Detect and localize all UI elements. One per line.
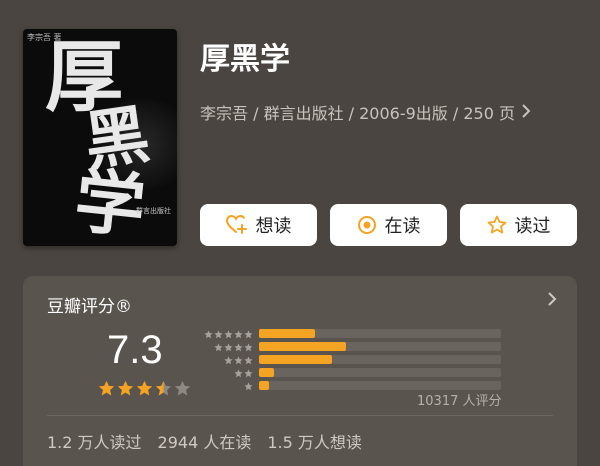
- cover-glyph-3: 学: [70, 158, 150, 246]
- have-read-label: 读过: [514, 216, 551, 237]
- histogram-track: [259, 368, 501, 377]
- rating-histogram: [201, 327, 501, 392]
- have-read-button[interactable]: 读过: [460, 204, 577, 246]
- histogram-track: [259, 381, 501, 390]
- stat-reading: 2944 人在读: [157, 433, 252, 452]
- star-icon: [117, 380, 134, 401]
- histogram-track: [259, 355, 501, 364]
- small-star-icon: [244, 376, 253, 395]
- star-icon: [174, 380, 191, 401]
- chevron-right-icon: [521, 103, 531, 122]
- reading-label: 在读: [384, 216, 421, 237]
- histogram-bar: [259, 329, 315, 338]
- book-meta-text: 李宗吾 / 群言出版社 / 2006-9出版 / 250 页: [200, 104, 515, 123]
- rating-score: 7.3: [107, 328, 163, 372]
- reader-stats: 1.2 万人读过 2944 人在读 1.5 万人想读: [47, 429, 362, 453]
- cover-publisher-seal: 群言出版社: [136, 207, 171, 215]
- histogram-bar: [259, 368, 274, 377]
- want-to-read-label: 想读: [255, 216, 292, 237]
- rating-stars: [98, 380, 191, 401]
- target-icon: [357, 215, 377, 235]
- histogram-track: [259, 342, 501, 351]
- histogram-bar: [259, 355, 332, 364]
- histogram-star-label: [201, 376, 253, 395]
- book-meta-link[interactable]: 李宗吾 / 群言出版社 / 2006-9出版 / 250 页: [200, 100, 531, 124]
- divider: [47, 415, 553, 416]
- want-to-read-button[interactable]: 想读: [200, 204, 317, 246]
- histogram-bar: [259, 381, 269, 390]
- stat-read: 1.2 万人读过: [47, 433, 142, 452]
- chevron-right-icon[interactable]: [547, 290, 557, 311]
- star-icon: [136, 380, 153, 401]
- heart-plus-icon: [225, 215, 248, 235]
- reading-button[interactable]: 在读: [330, 204, 447, 246]
- histogram-bar: [259, 342, 347, 351]
- star-icon: [98, 380, 115, 401]
- rating-count: 10317 人评分: [417, 394, 502, 409]
- rating-title: 豆瓣评分®: [47, 297, 132, 317]
- star-icon: [155, 380, 172, 401]
- stat-want: 1.5 万人想读: [267, 433, 362, 452]
- histogram-track: [259, 329, 501, 338]
- rating-card[interactable]: 豆瓣评分® 7.3 10317 人评分 1.2 万人读过 2944 人在读 1.…: [23, 276, 577, 466]
- star-outline-icon: [487, 215, 507, 235]
- book-cover[interactable]: 李宗吾 著 厚 黑 学 群言出版社: [23, 29, 177, 246]
- book-title: 厚黑学: [200, 42, 290, 77]
